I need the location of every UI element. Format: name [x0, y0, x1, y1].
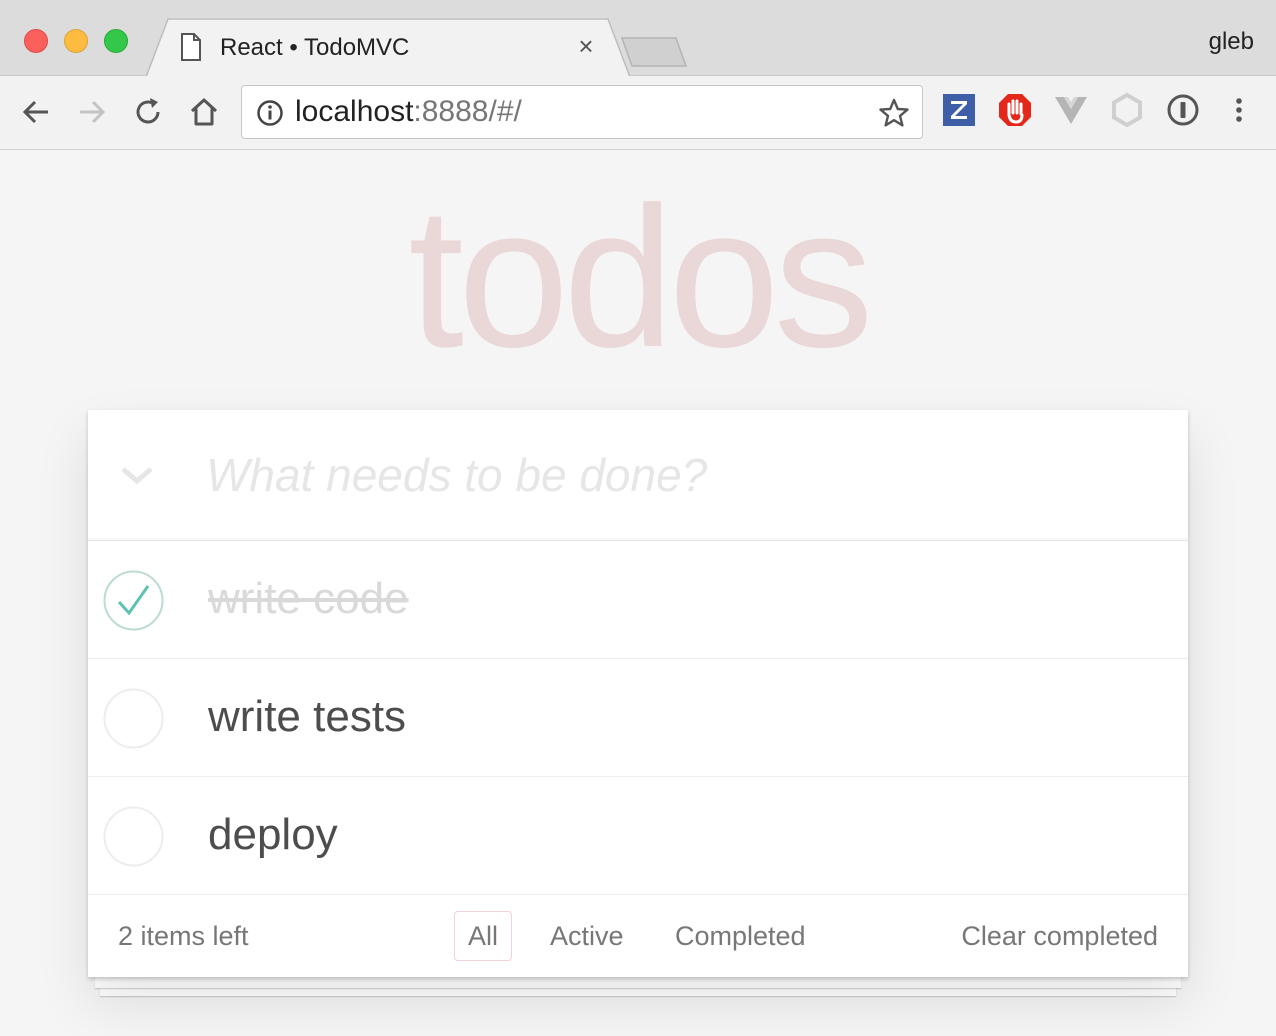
filter-active[interactable]: Active	[536, 911, 638, 961]
url-path: :8888/#/	[413, 95, 522, 128]
site-info-icon[interactable]	[256, 99, 284, 127]
menu-kebab-icon[interactable]	[1222, 93, 1256, 127]
home-icon[interactable]	[186, 94, 222, 130]
filter-all[interactable]: All	[454, 911, 513, 961]
browser-titlebar: React • TodoMVC × gleb	[0, 0, 1276, 77]
todo-list: write code write tests deploy	[88, 541, 1188, 895]
checkbox-icon[interactable]	[103, 806, 164, 867]
filter-completed[interactable]: Completed	[661, 911, 820, 961]
todo-label[interactable]: write code	[208, 574, 409, 624]
address-bar[interactable]: localhost:8888/#/	[241, 85, 923, 139]
browser-toolbar: localhost:8888/#/	[0, 76, 1276, 150]
tab-title: React • TodoMVC	[220, 34, 410, 61]
back-arrow-icon[interactable]	[18, 94, 54, 130]
new-todo-header	[88, 410, 1188, 541]
todo-app: write code write tests deploy 2 items le…	[88, 410, 1188, 977]
forward-arrow-icon[interactable]	[74, 94, 110, 130]
vue-devtools-icon[interactable]	[1054, 93, 1088, 127]
hexagon-extension-icon[interactable]	[1110, 93, 1144, 127]
maximize-window-button[interactable]	[104, 29, 128, 53]
profile-name[interactable]: gleb	[1209, 28, 1254, 56]
new-tab-button[interactable]	[620, 36, 688, 68]
stack-decoration	[95, 976, 1181, 988]
minimize-window-button[interactable]	[64, 29, 88, 53]
reload-icon[interactable]	[130, 94, 166, 130]
items-left-count: 2 items left	[118, 921, 249, 951]
todo-label[interactable]: write tests	[208, 692, 406, 742]
close-window-button[interactable]	[24, 29, 48, 53]
toggle-all-chevron-icon[interactable]	[118, 460, 156, 490]
todo-item[interactable]: deploy	[88, 777, 1188, 895]
todo-footer: 2 items left All Active Completed Clear …	[88, 895, 1188, 977]
url-host: localhost	[295, 95, 414, 128]
checkbox-icon[interactable]	[103, 688, 164, 749]
todo-label[interactable]: deploy	[208, 810, 338, 860]
tab-close-icon[interactable]: ×	[572, 32, 600, 60]
new-todo-input[interactable]	[206, 440, 1166, 510]
app-title: todos	[408, 166, 873, 389]
todo-item[interactable]: write tests	[88, 659, 1188, 777]
zotero-icon[interactable]	[942, 93, 976, 127]
document-icon	[181, 33, 201, 61]
clear-completed-button[interactable]: Clear completed	[961, 921, 1158, 952]
adblock-icon[interactable]	[998, 93, 1032, 127]
todo-item[interactable]: write code	[88, 541, 1188, 659]
bookmark-star-icon[interactable]	[878, 97, 910, 129]
url-text: localhost:8888/#/	[295, 95, 522, 129]
completed-checkbox-icon[interactable]	[103, 570, 164, 631]
1password-icon[interactable]	[1166, 93, 1200, 127]
